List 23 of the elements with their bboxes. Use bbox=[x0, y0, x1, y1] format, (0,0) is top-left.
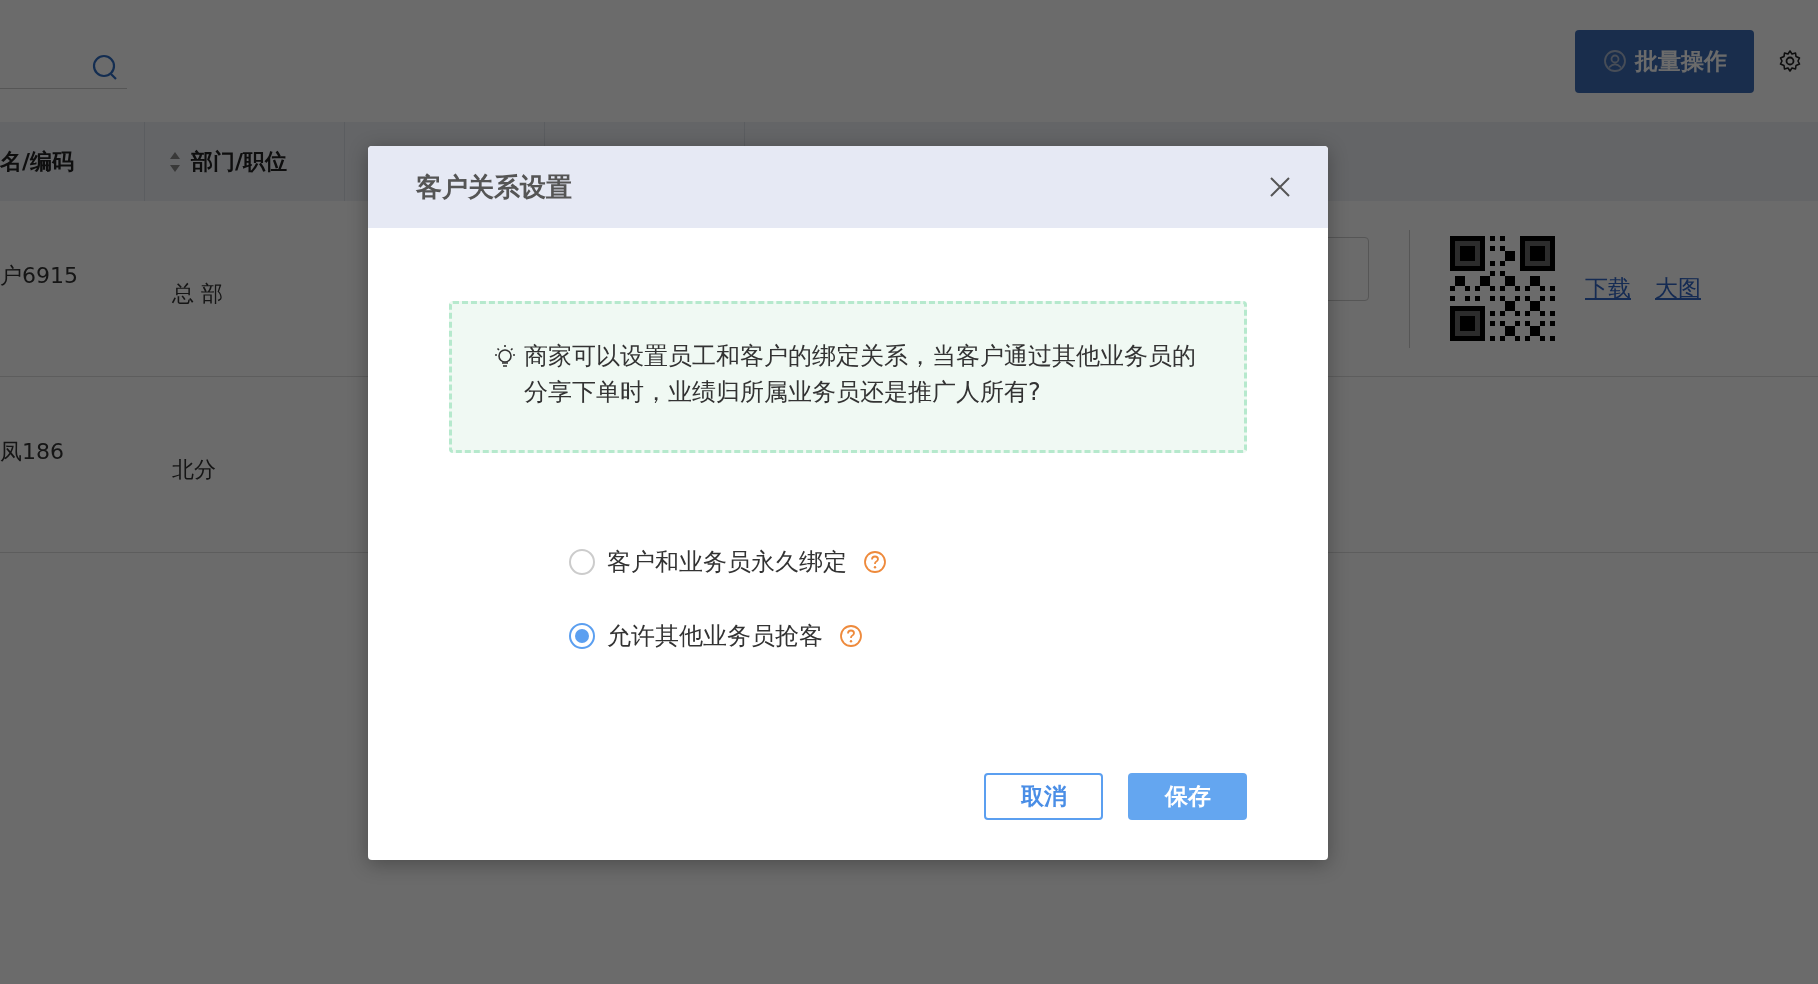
cancel-button[interactable]: 取消 bbox=[984, 773, 1103, 820]
radio-button[interactable] bbox=[569, 549, 595, 575]
link[interactable]: 下载 bbox=[1585, 273, 1631, 304]
batch-action-button[interactable]: 批量操作 bbox=[1575, 29, 1754, 93]
help-icon[interactable] bbox=[863, 550, 887, 574]
table-cell-text: 凤186 bbox=[0, 438, 64, 466]
tip-text: 商家可以设置员工和客户的绑定关系，当客户通过其他业务员的分享下单时，业绩归所属业务员还是推广人所有? bbox=[524, 341, 1197, 408]
column-header: 名/编码 bbox=[0, 147, 75, 176]
dialog-title: 客户关系设置 bbox=[416, 170, 572, 204]
save-button[interactable]: 保存 bbox=[1128, 773, 1247, 820]
table-cell-text: 总 部 bbox=[172, 280, 223, 308]
settings-icon[interactable] bbox=[1778, 49, 1802, 73]
link[interactable]: 大图 bbox=[1655, 273, 1701, 304]
option-label: 允许其他业务员抢客 bbox=[607, 621, 823, 652]
table-cell-text: 北分 bbox=[172, 456, 216, 484]
qr-code-icon bbox=[1450, 236, 1555, 341]
help-icon[interactable] bbox=[839, 624, 863, 648]
column-header: 部门/职位 bbox=[191, 147, 288, 176]
user-icon bbox=[1602, 49, 1627, 73]
table-cell-text: 户6915 bbox=[0, 262, 78, 290]
close-icon[interactable] bbox=[1268, 175, 1292, 199]
radio-button[interactable] bbox=[569, 623, 595, 649]
option-label: 客户和业务员永久绑定 bbox=[607, 547, 847, 578]
